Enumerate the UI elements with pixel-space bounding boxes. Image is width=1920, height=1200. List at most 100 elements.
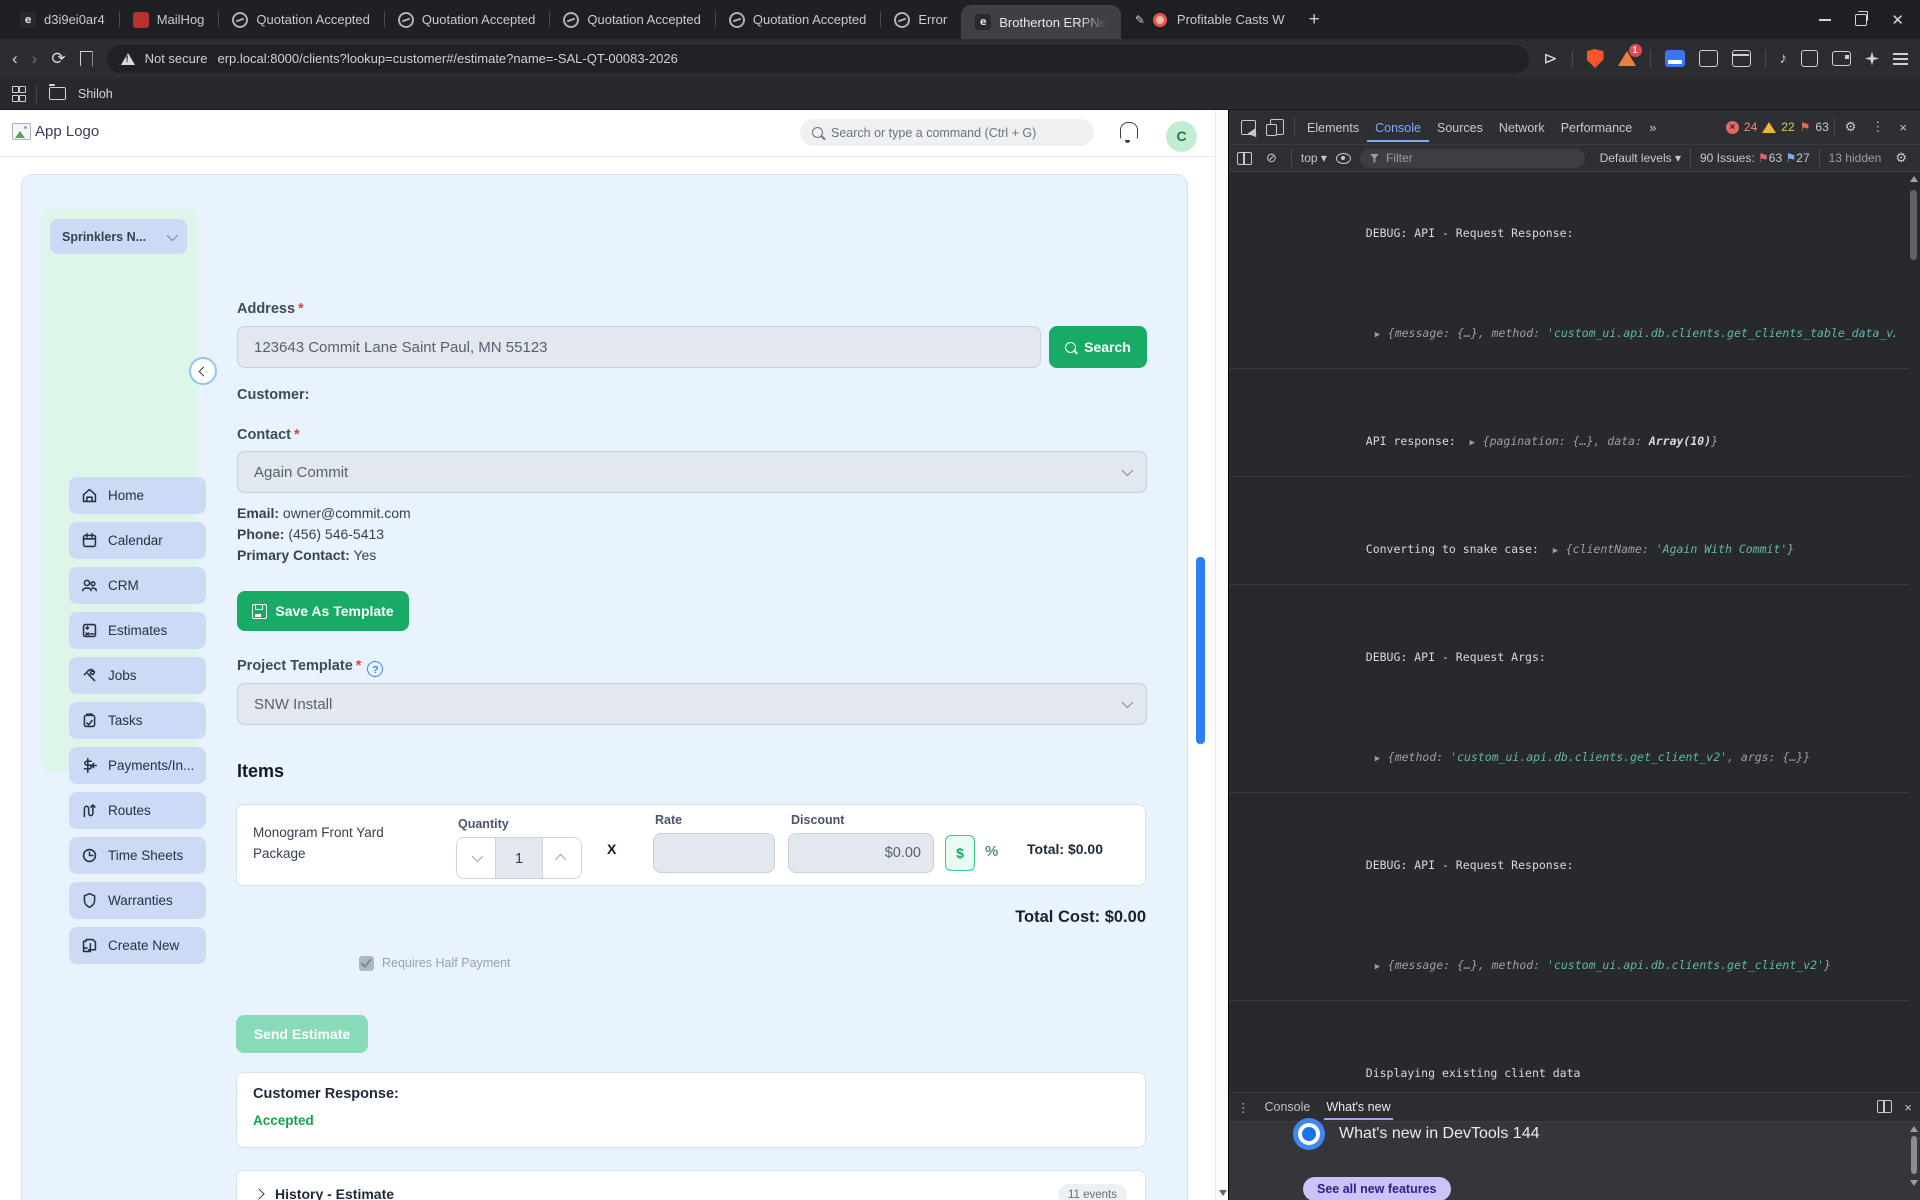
scroll-up-arrow-icon[interactable] bbox=[1910, 1126, 1918, 1132]
issues-summary[interactable]: 90 Issues: ⚑63 ⚑27 bbox=[1700, 151, 1810, 165]
console-message[interactable]: main-DUBNX-6R.js:3311 Converting to snak… bbox=[1229, 477, 1909, 585]
console-message[interactable]: main-DUBNX-6R.js:3311 DEBUG: API - Reque… bbox=[1229, 585, 1909, 793]
more-tabs-icon[interactable]: » bbox=[1644, 120, 1661, 135]
console-message[interactable]: main-DUBNX-6R.js:5210 Displaying existin… bbox=[1229, 1001, 1909, 1093]
browser-tab[interactable]: Quotation Accepted bbox=[714, 0, 880, 39]
devtools-tab[interactable]: Console bbox=[1367, 112, 1429, 142]
history-section[interactable]: History - Estimate 11 events bbox=[236, 1170, 1146, 1200]
contact-select[interactable]: Again Commit bbox=[237, 451, 1147, 493]
clear-console-icon[interactable]: ⊘ bbox=[1261, 150, 1282, 166]
devtools-tab[interactable]: Network bbox=[1491, 112, 1553, 142]
error-icon[interactable]: × bbox=[1725, 120, 1739, 134]
console-message[interactable]: main-DUBNX-6R.js:3311 DEBUG: API - Reque… bbox=[1229, 793, 1909, 1001]
browser-tab[interactable]: Error bbox=[880, 0, 961, 39]
stepper-up-icon[interactable] bbox=[543, 838, 581, 878]
company-select[interactable]: Sprinklers N... bbox=[50, 219, 187, 254]
save-as-template-button[interactable]: Save As Template bbox=[237, 591, 409, 631]
console-line[interactable]: ▶ {method: 'custom_ui.api.db.clients.get_… bbox=[1255, 687, 1895, 789]
devtools-tab[interactable]: Sources bbox=[1429, 112, 1491, 142]
context-selector[interactable]: top ▾ bbox=[1301, 151, 1327, 165]
console-line[interactable]: Displaying existing client data bbox=[1255, 1003, 1895, 1093]
drawer-tab[interactable]: What's new × bbox=[1324, 1094, 1393, 1120]
reload-icon[interactable]: ⟳ bbox=[51, 49, 65, 69]
quantity-stepper[interactable]: 1 bbox=[456, 837, 582, 879]
sidebar-item[interactable]: Create New + bbox=[69, 927, 206, 964]
kebab-menu-icon[interactable]: ⋮ bbox=[1866, 119, 1889, 135]
send-estimate-button[interactable]: Send Estimate bbox=[236, 1015, 368, 1053]
scroll-indicator[interactable] bbox=[1196, 557, 1205, 744]
drawer-scrollbar[interactable] bbox=[1908, 1123, 1920, 1200]
apps-grid-icon[interactable] bbox=[12, 85, 26, 102]
browser-tab[interactable]: Quotation Accepted bbox=[218, 0, 383, 39]
new-tab-button[interactable]: + bbox=[1309, 9, 1320, 31]
brave-rewards-icon[interactable]: 1 bbox=[1617, 44, 1642, 66]
help-icon[interactable]: ? bbox=[367, 661, 384, 677]
rate-input[interactable] bbox=[653, 833, 775, 873]
sidebar-item[interactable]: Routes bbox=[69, 792, 206, 829]
sidebar-item[interactable]: Tasks bbox=[69, 702, 206, 739]
archive-extension-icon[interactable] bbox=[1731, 50, 1751, 67]
console-line[interactable]: API response: ▶ {pagination: {…}, data: A… bbox=[1255, 371, 1895, 473]
stepper-down-icon[interactable] bbox=[457, 838, 495, 878]
browser-tab[interactable]: Quotation Accepted bbox=[549, 0, 714, 39]
half-payment-checkbox[interactable] bbox=[359, 956, 374, 971]
sidebar-item[interactable]: Home bbox=[69, 477, 206, 514]
sidebar-item[interactable]: Estimates bbox=[69, 612, 206, 649]
address-bar[interactable]: Not secure erp.local:8000/clients?lookup… bbox=[106, 44, 1530, 73]
browser-tab[interactable]: Profitable Casts W bbox=[1121, 0, 1299, 39]
browser-tab[interactable]: Brotherton ERPNe × bbox=[961, 5, 1121, 39]
console-filter-input[interactable]: Filter bbox=[1359, 148, 1585, 168]
console-message[interactable]: main-DUBNX-6R.js:3311 DEBUG: API - Reque… bbox=[1229, 172, 1909, 369]
default-levels-dropdown[interactable]: Default levels ▾ bbox=[1600, 151, 1681, 165]
sidebar-item[interactable]: CRM + bbox=[69, 567, 206, 604]
drawer-tab[interactable]: Console bbox=[1265, 1100, 1311, 1114]
scrollbar-thumb[interactable] bbox=[1910, 190, 1917, 260]
address-input[interactable]: 123643 Commit Lane Saint Paul, MN 55123 bbox=[237, 326, 1041, 368]
console-scrollbar[interactable] bbox=[1908, 172, 1920, 1093]
device-toolbar-icon[interactable] bbox=[1266, 119, 1284, 136]
quantity-value[interactable]: 1 bbox=[495, 838, 543, 878]
app-scrollbar[interactable] bbox=[1215, 110, 1228, 1200]
console-line[interactable]: DEBUG: API - Request Response: bbox=[1255, 795, 1895, 895]
menu-icon[interactable] bbox=[1893, 52, 1908, 65]
bookmark-icon[interactable] bbox=[79, 50, 93, 67]
browser-tab[interactable]: d3i9ei0ar4 bbox=[6, 0, 119, 39]
discount-input[interactable]: $0.00 bbox=[788, 833, 934, 873]
console-settings-gear-icon[interactable]: ⚙ bbox=[1890, 150, 1912, 166]
sidebar-item[interactable]: Time Sheets bbox=[69, 837, 206, 874]
devtools-tab[interactable]: Elements bbox=[1299, 112, 1367, 142]
search-button[interactable]: Search bbox=[1049, 326, 1147, 368]
console-line[interactable]: Converting to snake case: ▶ {clientName: … bbox=[1255, 479, 1895, 581]
brave-shield-icon[interactable] bbox=[1586, 49, 1604, 68]
url-text[interactable]: erp.local:8000/clients?lookup=customer#/… bbox=[217, 51, 677, 66]
console-line[interactable]: DEBUG: API - Request Args: bbox=[1255, 587, 1895, 687]
sidebar-item[interactable]: Payments/In... bbox=[69, 747, 206, 784]
extension-icon[interactable] bbox=[1698, 50, 1718, 67]
back-icon[interactable]: ‹ bbox=[12, 49, 18, 69]
forward-icon[interactable]: › bbox=[32, 49, 38, 69]
restore-icon[interactable] bbox=[1855, 10, 1869, 26]
console-line[interactable]: ▶ {message: {…}, method: 'custom_ui.api.d… bbox=[1255, 263, 1895, 365]
drawer-layout-icon[interactable] bbox=[1877, 1099, 1893, 1113]
notifications-bell-icon[interactable] bbox=[1120, 122, 1138, 143]
discount-dollar-button[interactable]: $ bbox=[945, 835, 975, 871]
console-line[interactable]: ▶ {message: {…}, method: 'custom_ui.api.d… bbox=[1255, 895, 1895, 997]
scroll-down-arrow-icon[interactable] bbox=[1219, 1190, 1227, 1196]
window-close-icon[interactable]: ✕ bbox=[1891, 11, 1904, 29]
inspect-element-icon[interactable] bbox=[1241, 119, 1256, 135]
issues-flag-icon[interactable]: ⚑ bbox=[1800, 120, 1811, 134]
leo-ai-icon[interactable] bbox=[1865, 51, 1879, 66]
command-search-input[interactable]: Search or type a command (Ctrl + G) bbox=[800, 119, 1094, 146]
sidebar-item[interactable]: Jobs bbox=[69, 657, 206, 694]
discount-percent-button[interactable]: % bbox=[985, 843, 998, 860]
drawer-menu-icon[interactable]: ⋮ bbox=[1237, 1100, 1251, 1115]
scroll-down-arrow-icon[interactable] bbox=[1910, 1180, 1918, 1186]
scroll-up-arrow-icon[interactable] bbox=[1910, 176, 1918, 182]
console-line[interactable]: DEBUG: API - Request Response: bbox=[1255, 172, 1895, 263]
sidebar-collapse-button[interactable] bbox=[189, 357, 217, 385]
bookmark-folder-shiloh[interactable]: Shiloh bbox=[78, 87, 113, 101]
app-logo[interactable]: App Logo bbox=[12, 123, 99, 140]
browser-tab[interactable]: MailHog bbox=[118, 0, 219, 39]
wallet-icon[interactable] bbox=[1832, 51, 1851, 66]
warning-icon[interactable] bbox=[1762, 121, 1777, 133]
